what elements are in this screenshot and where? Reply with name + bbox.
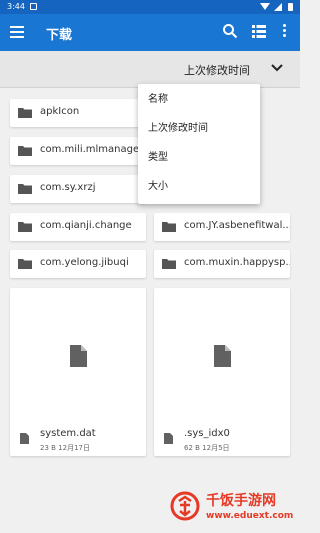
folder-icon [18, 108, 32, 118]
folder-icon [18, 259, 32, 269]
folder-icon [18, 146, 32, 156]
sort-label[interactable]: 上次修改时间 [184, 62, 250, 78]
wifi-icon [260, 3, 270, 10]
file-name: .sys_idx0 [184, 428, 230, 439]
file-meta: 23 B 12月17日 [40, 444, 90, 452]
sort-dropdown-menu: 名称 上次修改时间 类型 大小 [138, 84, 260, 204]
sort-bar[interactable]: 上次修改时间 [0, 51, 300, 88]
file-icon [214, 345, 231, 367]
hamburger-menu-icon[interactable] [10, 26, 24, 38]
sort-by-name[interactable]: 名称 [138, 86, 260, 114]
file-icon [70, 345, 87, 367]
chevron-down-icon[interactable] [270, 62, 284, 74]
site-logo-icon [170, 491, 200, 521]
folder-item[interactable]: apkIcon [10, 99, 146, 127]
notification-icon [30, 3, 37, 10]
folder-name: com.sy.xrzj [40, 182, 96, 193]
folder-icon [18, 222, 32, 232]
status-bar: 3:44 [0, 0, 300, 14]
folder-icon [162, 259, 176, 269]
signal-icon [274, 3, 282, 11]
watermark-brand: 千饭手游网 [206, 493, 276, 509]
folder-item[interactable]: com.mili.mlmanager [10, 137, 146, 165]
folder-item[interactable]: com.sy.xrzj [10, 175, 146, 203]
folder-name: com.JY.asbenefitwal... [184, 220, 290, 231]
file-card[interactable]: system.dat 23 B 12月17日 [10, 288, 146, 456]
file-name: system.dat [40, 428, 96, 439]
battery-icon [288, 3, 293, 11]
folder-item[interactable]: com.qianji.change [10, 213, 146, 241]
file-card[interactable]: .sys_idx0 62 B 12月5日 [154, 288, 290, 456]
folder-name: com.muxin.happysp... [184, 257, 290, 268]
folder-name: apkIcon [40, 106, 80, 117]
file-type-icon [20, 433, 29, 444]
folder-icon [18, 184, 32, 194]
file-meta: 62 B 12月5日 [184, 444, 230, 452]
file-type-icon [164, 433, 173, 444]
list-view-icon[interactable] [252, 25, 266, 38]
sort-by-size[interactable]: 大小 [138, 173, 260, 201]
watermark: 千饭手游网 www.eduext.com [166, 487, 296, 527]
folder-name: com.yelong.jibuqi [40, 257, 129, 268]
page-title: 下载 [46, 28, 73, 43]
search-icon[interactable] [222, 23, 238, 39]
status-time: 3:44 [7, 2, 25, 11]
sort-by-modified[interactable]: 上次修改时间 [138, 115, 260, 143]
folder-name: com.qianji.change [40, 220, 132, 231]
app-toolbar: 下载 [0, 14, 300, 51]
folder-item[interactable]: com.JY.asbenefitwal... [154, 213, 290, 241]
folder-icon [162, 222, 176, 232]
more-options-icon[interactable] [281, 24, 287, 40]
folder-item[interactable]: com.yelong.jibuqi [10, 250, 146, 278]
folder-name: com.mili.mlmanager [40, 144, 144, 155]
watermark-url: www.eduext.com [206, 511, 294, 521]
folder-item[interactable]: com.muxin.happysp... [154, 250, 290, 278]
sort-by-type[interactable]: 类型 [138, 144, 260, 172]
